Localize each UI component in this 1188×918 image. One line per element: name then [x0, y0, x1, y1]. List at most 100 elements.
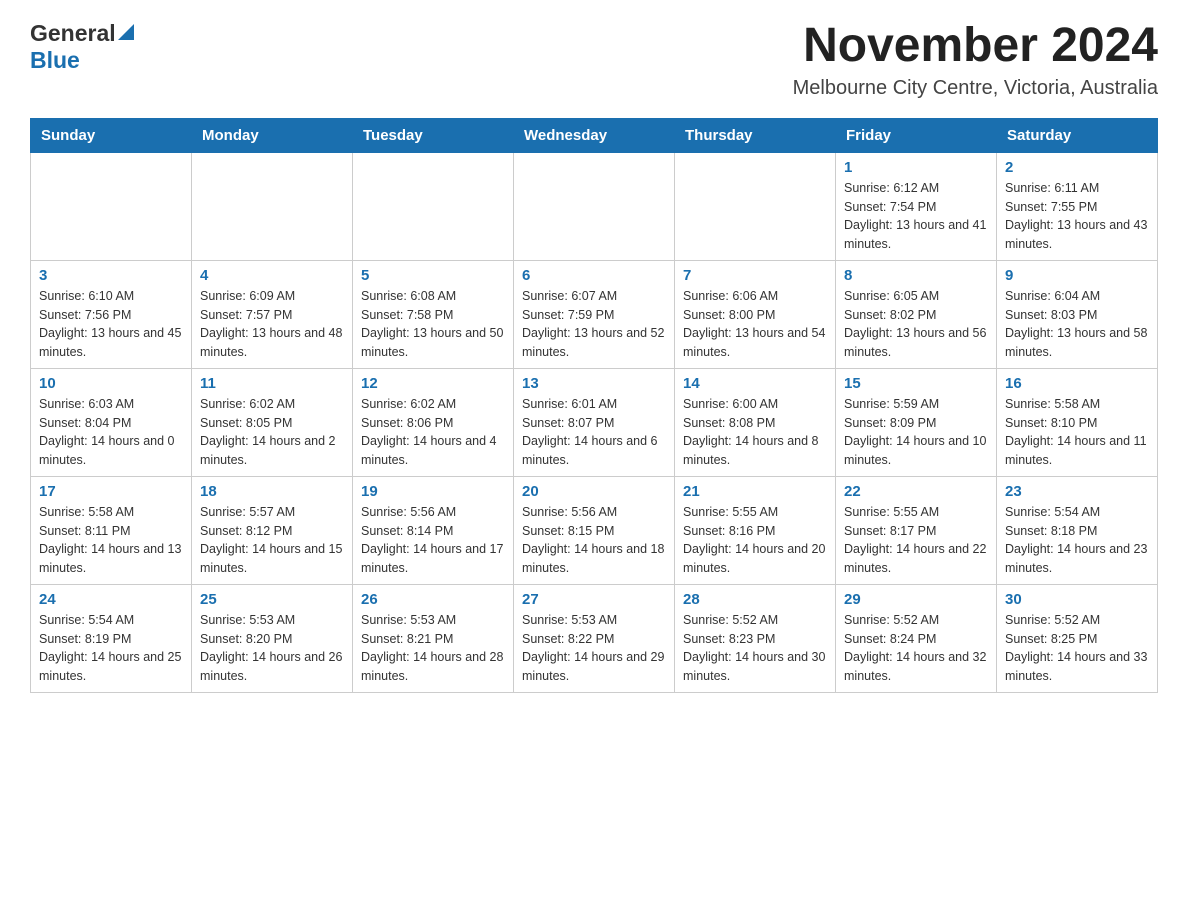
- day-info: Sunrise: 5:52 AM Sunset: 8:25 PM Dayligh…: [1005, 611, 1149, 686]
- logo: General Blue: [30, 20, 134, 74]
- day-number: 23: [1005, 483, 1149, 500]
- day-number: 13: [522, 375, 666, 392]
- calendar-week-row: 24 Sunrise: 5:54 AM Sunset: 8:19 PM Dayli…: [31, 584, 1158, 692]
- weekday-header-tuesday: Tuesday: [353, 118, 514, 152]
- day-info: Sunrise: 6:02 AM Sunset: 8:05 PM Dayligh…: [200, 395, 344, 470]
- day-info: Sunrise: 6:12 AM Sunset: 7:54 PM Dayligh…: [844, 179, 988, 254]
- calendar-cell: [192, 152, 353, 260]
- day-number: 17: [39, 483, 183, 500]
- calendar-cell: [675, 152, 836, 260]
- calendar-cell: [31, 152, 192, 260]
- calendar-cell: 26Sunrise: 5:53 AM Sunset: 8:21 PM Dayli…: [353, 584, 514, 692]
- day-number: 18: [200, 483, 344, 500]
- title-block: November 2024 Melbourne City Centre, Vic…: [793, 20, 1158, 100]
- weekday-header-wednesday: Wednesday: [514, 118, 675, 152]
- day-info: Sunrise: 6:01 AM Sunset: 8:07 PM Dayligh…: [522, 395, 666, 470]
- day-info: Sunrise: 6:09 AM Sunset: 7:57 PM Dayligh…: [200, 287, 344, 362]
- logo-general-text: General: [30, 20, 116, 47]
- day-info: Sunrise: 5:52 AM Sunset: 8:23 PM Dayligh…: [683, 611, 827, 686]
- day-info: Sunrise: 6:10 AM Sunset: 7:56 PM Dayligh…: [39, 287, 183, 362]
- day-number: 8: [844, 267, 988, 284]
- weekday-header-thursday: Thursday: [675, 118, 836, 152]
- day-info: Sunrise: 5:59 AM Sunset: 8:09 PM Dayligh…: [844, 395, 988, 470]
- day-number: 12: [361, 375, 505, 392]
- calendar-cell: 29 Sunrise: 5:52 AM Sunset: 8:24 PM Dayli…: [836, 584, 997, 692]
- calendar-cell: 2 Sunrise: 6:11 AM Sunset: 7:55 PM Daylig…: [997, 152, 1158, 260]
- calendar-cell: 28 Sunrise: 5:52 AM Sunset: 8:23 PM Dayli…: [675, 584, 836, 692]
- logo-blue-text: Blue: [30, 47, 80, 74]
- calendar-week-row: 17 Sunrise: 5:58 AM Sunset: 8:11 PM Dayli…: [31, 476, 1158, 584]
- day-info: Sunrise: 5:54 AM Sunset: 8:19 PM Dayligh…: [39, 611, 183, 686]
- day-number: 22: [844, 483, 988, 500]
- day-info: Sunrise: 5:54 AM Sunset: 8:18 PM Dayligh…: [1005, 503, 1149, 578]
- calendar-cell: [353, 152, 514, 260]
- day-number: 30: [1005, 591, 1149, 608]
- day-info: Sunrise: 5:57 AM Sunset: 8:12 PM Dayligh…: [200, 503, 344, 578]
- day-number: 2: [1005, 159, 1149, 176]
- day-number: 5: [361, 267, 505, 284]
- day-number: 29: [844, 591, 988, 608]
- calendar-week-row: 3 Sunrise: 6:10 AM Sunset: 7:56 PM Daylig…: [31, 260, 1158, 368]
- month-title: November 2024: [793, 20, 1158, 73]
- day-info: Sunrise: 6:00 AM Sunset: 8:08 PM Dayligh…: [683, 395, 827, 470]
- calendar-cell: 8 Sunrise: 6:05 AM Sunset: 8:02 PM Daylig…: [836, 260, 997, 368]
- day-number: 7: [683, 267, 827, 284]
- calendar-cell: 5Sunrise: 6:08 AM Sunset: 7:58 PM Daylig…: [353, 260, 514, 368]
- calendar-cell: 27Sunrise: 5:53 AM Sunset: 8:22 PM Dayli…: [514, 584, 675, 692]
- day-info: Sunrise: 6:11 AM Sunset: 7:55 PM Dayligh…: [1005, 179, 1149, 254]
- day-number: 24: [39, 591, 183, 608]
- day-info: Sunrise: 6:07 AM Sunset: 7:59 PM Dayligh…: [522, 287, 666, 362]
- day-info: Sunrise: 6:05 AM Sunset: 8:02 PM Dayligh…: [844, 287, 988, 362]
- day-number: 3: [39, 267, 183, 284]
- day-info: Sunrise: 6:04 AM Sunset: 8:03 PM Dayligh…: [1005, 287, 1149, 362]
- calendar-table: SundayMondayTuesdayWednesdayThursdayFrid…: [30, 118, 1158, 693]
- weekday-header-friday: Friday: [836, 118, 997, 152]
- day-info: Sunrise: 5:55 AM Sunset: 8:16 PM Dayligh…: [683, 503, 827, 578]
- day-info: Sunrise: 5:58 AM Sunset: 8:11 PM Dayligh…: [39, 503, 183, 578]
- calendar-cell: 9 Sunrise: 6:04 AM Sunset: 8:03 PM Daylig…: [997, 260, 1158, 368]
- calendar-cell: 20 Sunrise: 5:56 AM Sunset: 8:15 PM Dayli…: [514, 476, 675, 584]
- calendar-cell: 22 Sunrise: 5:55 AM Sunset: 8:17 PM Dayli…: [836, 476, 997, 584]
- calendar-cell: 21 Sunrise: 5:55 AM Sunset: 8:16 PM Dayli…: [675, 476, 836, 584]
- page-header: General Blue November 2024 Melbourne Cit…: [30, 20, 1158, 100]
- day-info: Sunrise: 6:06 AM Sunset: 8:00 PM Dayligh…: [683, 287, 827, 362]
- day-number: 26: [361, 591, 505, 608]
- day-number: 19: [361, 483, 505, 500]
- day-number: 9: [1005, 267, 1149, 284]
- day-info: Sunrise: 5:53 AM Sunset: 8:20 PM Dayligh…: [200, 611, 344, 686]
- calendar-cell: 19Sunrise: 5:56 AM Sunset: 8:14 PM Dayli…: [353, 476, 514, 584]
- day-number: 20: [522, 483, 666, 500]
- weekday-header-saturday: Saturday: [997, 118, 1158, 152]
- day-number: 15: [844, 375, 988, 392]
- day-info: Sunrise: 5:55 AM Sunset: 8:17 PM Dayligh…: [844, 503, 988, 578]
- calendar-week-row: 1Sunrise: 6:12 AM Sunset: 7:54 PM Daylig…: [31, 152, 1158, 260]
- calendar-cell: 11Sunrise: 6:02 AM Sunset: 8:05 PM Dayli…: [192, 368, 353, 476]
- calendar-cell: 30 Sunrise: 5:52 AM Sunset: 8:25 PM Dayli…: [997, 584, 1158, 692]
- day-info: Sunrise: 5:53 AM Sunset: 8:22 PM Dayligh…: [522, 611, 666, 686]
- calendar-cell: 14 Sunrise: 6:00 AM Sunset: 8:08 PM Dayli…: [675, 368, 836, 476]
- calendar-cell: 6 Sunrise: 6:07 AM Sunset: 7:59 PM Daylig…: [514, 260, 675, 368]
- day-number: 25: [200, 591, 344, 608]
- weekday-header-monday: Monday: [192, 118, 353, 152]
- day-info: Sunrise: 5:56 AM Sunset: 8:15 PM Dayligh…: [522, 503, 666, 578]
- day-number: 21: [683, 483, 827, 500]
- day-number: 16: [1005, 375, 1149, 392]
- calendar-cell: 4 Sunrise: 6:09 AM Sunset: 7:57 PM Daylig…: [192, 260, 353, 368]
- calendar-cell: 3 Sunrise: 6:10 AM Sunset: 7:56 PM Daylig…: [31, 260, 192, 368]
- calendar-cell: 12Sunrise: 6:02 AM Sunset: 8:06 PM Dayli…: [353, 368, 514, 476]
- calendar-cell: 25 Sunrise: 5:53 AM Sunset: 8:20 PM Dayli…: [192, 584, 353, 692]
- calendar-cell: 18 Sunrise: 5:57 AM Sunset: 8:12 PM Dayli…: [192, 476, 353, 584]
- day-number: 4: [200, 267, 344, 284]
- calendar-cell: [514, 152, 675, 260]
- calendar-cell: 13 Sunrise: 6:01 AM Sunset: 8:07 PM Dayli…: [514, 368, 675, 476]
- day-number: 28: [683, 591, 827, 608]
- day-number: 14: [683, 375, 827, 392]
- calendar-cell: 10 Sunrise: 6:03 AM Sunset: 8:04 PM Dayli…: [31, 368, 192, 476]
- day-number: 6: [522, 267, 666, 284]
- day-number: 10: [39, 375, 183, 392]
- location-subtitle: Melbourne City Centre, Victoria, Austral…: [793, 77, 1158, 100]
- day-info: Sunrise: 5:52 AM Sunset: 8:24 PM Dayligh…: [844, 611, 988, 686]
- calendar-cell: 1Sunrise: 6:12 AM Sunset: 7:54 PM Daylig…: [836, 152, 997, 260]
- calendar-cell: 23 Sunrise: 5:54 AM Sunset: 8:18 PM Dayli…: [997, 476, 1158, 584]
- day-info: Sunrise: 6:03 AM Sunset: 8:04 PM Dayligh…: [39, 395, 183, 470]
